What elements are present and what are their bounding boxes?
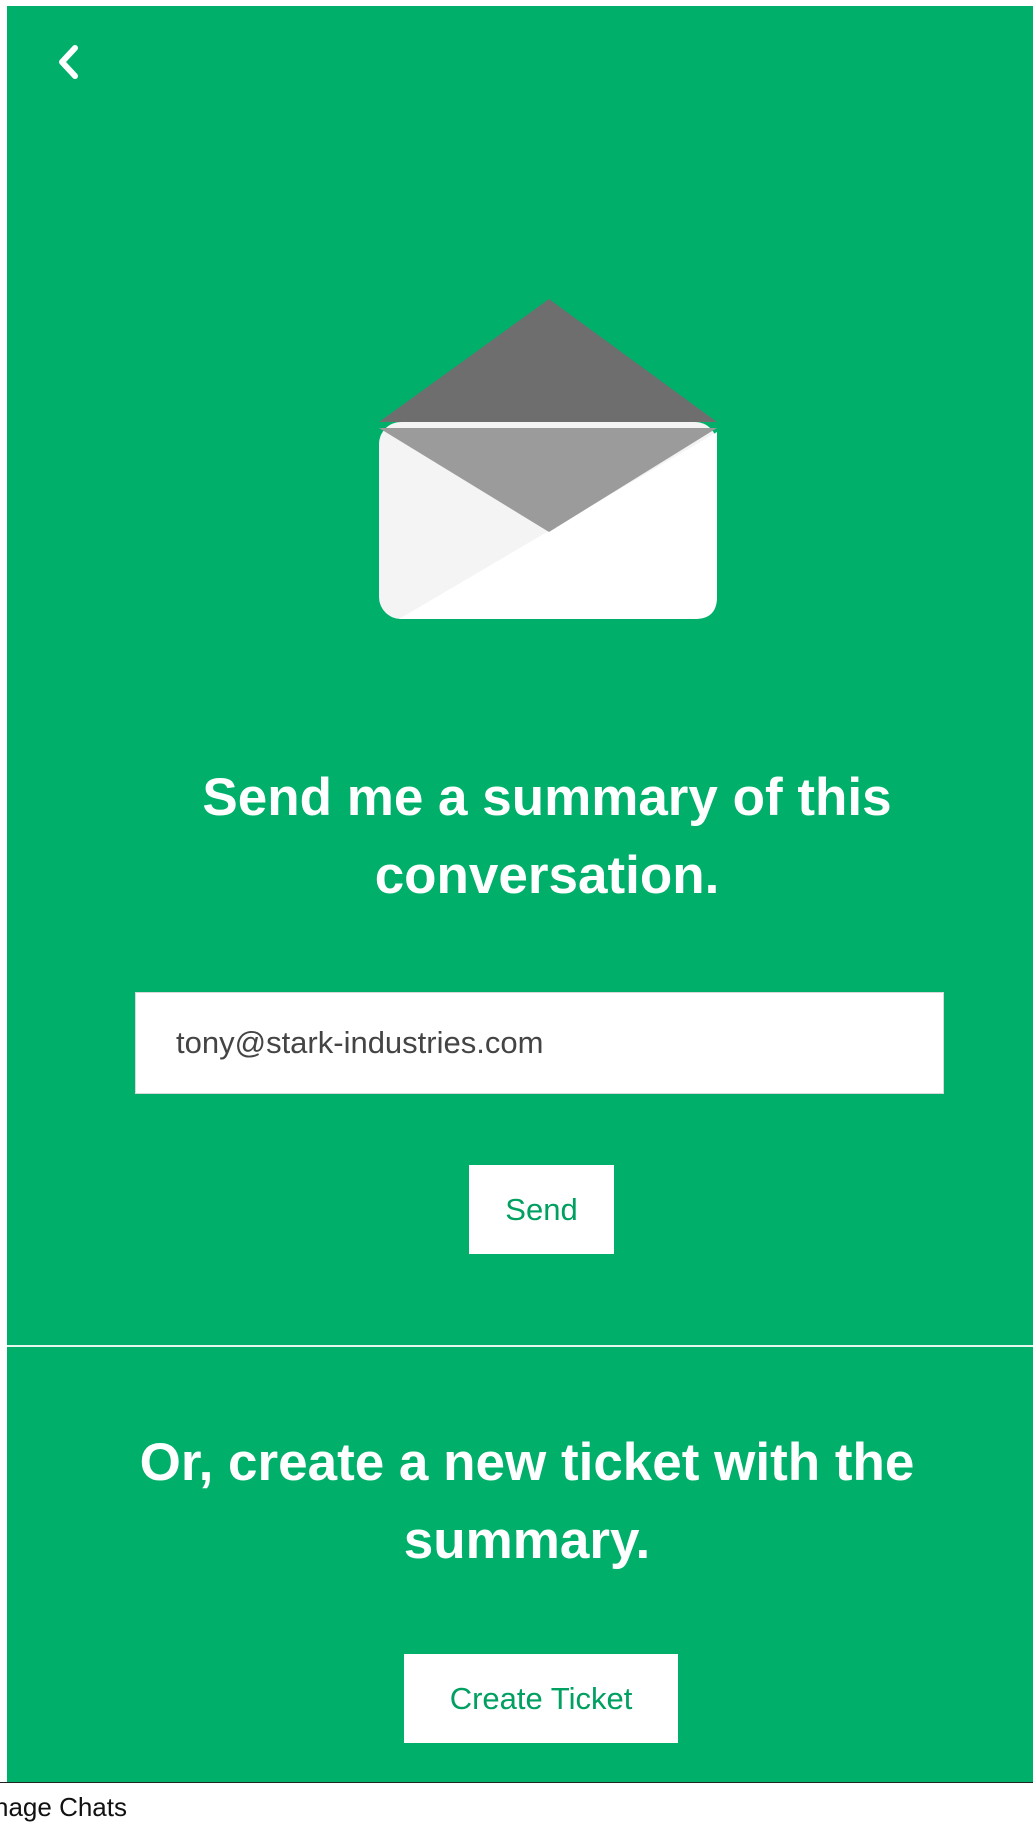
section-divider xyxy=(7,1345,1033,1347)
footer-divider xyxy=(0,1782,1033,1783)
summary-panel: Send me a summary of this conversation. … xyxy=(7,6,1033,1783)
app-window: Send me a summary of this conversation. … xyxy=(0,0,1033,1847)
back-button[interactable] xyxy=(41,34,97,90)
email-field[interactable] xyxy=(135,992,944,1094)
open-envelope-icon xyxy=(379,299,717,619)
chevron-left-icon xyxy=(59,45,78,79)
summary-title: Send me a summary of this conversation. xyxy=(202,768,892,905)
manage-chats-link[interactable]: nage Chats xyxy=(0,1792,127,1823)
send-button[interactable]: Send xyxy=(469,1165,614,1254)
create-ticket-button[interactable]: Create Ticket xyxy=(404,1654,678,1743)
ticket-title: Or, create a new ticket with the summary… xyxy=(139,1433,915,1570)
